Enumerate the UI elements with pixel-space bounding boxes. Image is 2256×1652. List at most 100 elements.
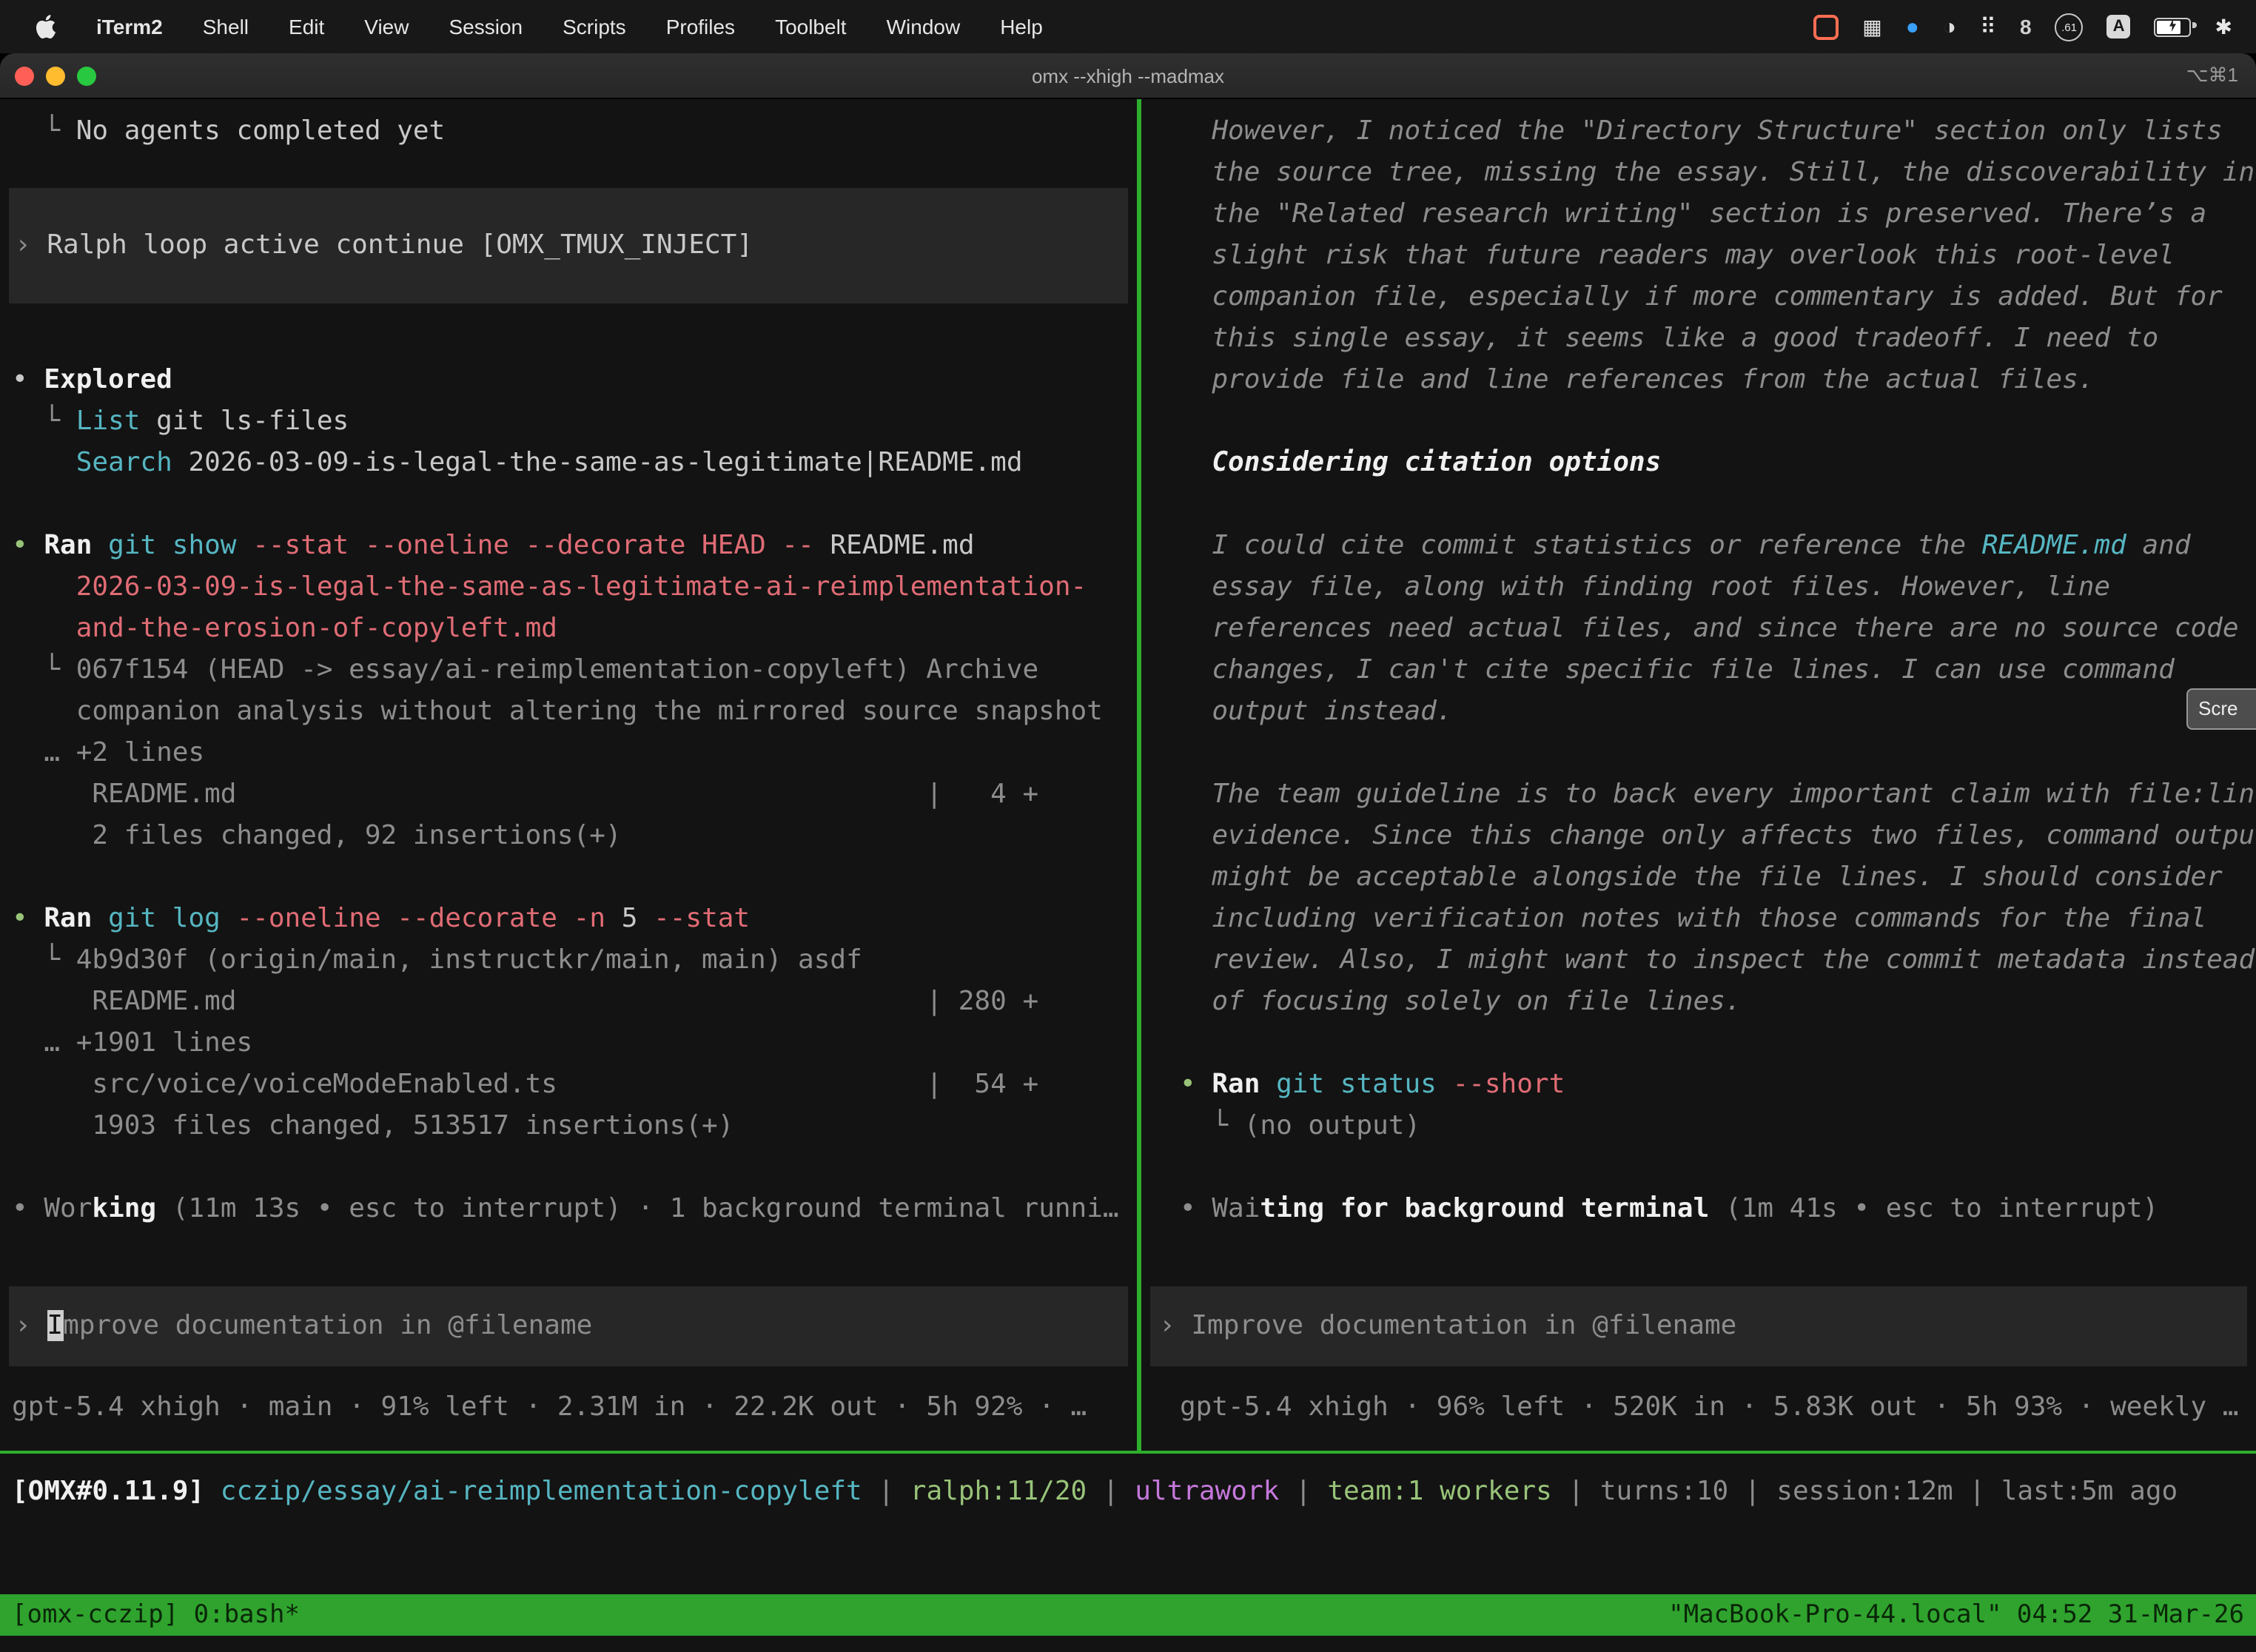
apple-menu-icon[interactable] xyxy=(36,15,56,38)
terminal-line: … +1901 lines xyxy=(12,1023,1137,1064)
terminal-line: changes, I can't cite specific file line… xyxy=(1180,650,2256,691)
terminal-line: … +2 lines xyxy=(12,733,1137,774)
tmux-host-clock-label: "MacBook-Pro-44.local" 04:52 31-Mar-26 xyxy=(1668,1594,2256,1636)
terminal-line: • Ran git show --stat --oneline --decora… xyxy=(12,526,1137,567)
terminal-line: the "Related research writing" section i… xyxy=(1180,194,2256,235)
terminal-line xyxy=(1180,484,2256,526)
terminal-line: └ (no output) xyxy=(1180,1106,2256,1147)
terminal-window: omx --xhigh --madmax ⌥⌘1 └ No agents com… xyxy=(0,53,2256,1652)
close-button[interactable] xyxy=(15,66,34,85)
menu-item-session[interactable]: Session xyxy=(449,15,523,38)
terminal-line xyxy=(1180,1147,2256,1189)
prompt-input-left[interactable]: › Improve documentation in @filename xyxy=(9,1286,1128,1366)
terminal-line: • Ran git status --short xyxy=(1180,1064,2256,1106)
terminal-line: └ 067f154 (HEAD -> essay/ai-reimplementa… xyxy=(12,650,1137,691)
dark-app-icon[interactable]: ◑ xyxy=(1943,16,1956,38)
window-title: omx --xhigh --madmax xyxy=(0,64,2256,87)
status-separator-line xyxy=(0,1451,2256,1454)
terminal-line: evidence. Since this change only affects… xyxy=(1180,816,2256,857)
terminal-line: └ No agents completed yet xyxy=(12,111,1137,152)
screen-tooltip: Scre xyxy=(2186,688,2256,730)
input-source-icon[interactable]: A xyxy=(2107,15,2131,38)
minimize-button[interactable] xyxy=(46,66,65,85)
menu-item-shell[interactable]: Shell xyxy=(203,15,249,38)
zoom-button[interactable] xyxy=(77,66,96,85)
screen: iTerm2 Shell Edit View Session Scripts Profile… xyxy=(0,0,2256,1652)
terminal-line: src/voice/voiceModeEnabled.ts | 54 + xyxy=(12,1064,1137,1106)
key-8-icon[interactable]: 8 xyxy=(2020,16,2032,37)
terminal-line: companion analysis without altering the … xyxy=(12,691,1137,733)
terminal-line: companion file, especially if more comme… xyxy=(1180,277,2256,318)
menu-bar-status-area: ▦ ● ◑ ⠿ 8 .61 A ✱ xyxy=(1813,13,2256,41)
tmux-session-label: [omx-cczip] 0:bash* xyxy=(0,1594,300,1636)
terminal-line: README.md | 4 + xyxy=(12,774,1137,816)
terminal-pane-left: └ No agents completed yet › Ralph loop a… xyxy=(0,99,1137,1451)
left-pane-transcript: • Explored └ List git ls-files Search 20… xyxy=(12,360,1137,1230)
fan-icon[interactable]: ✱ xyxy=(2215,16,2232,37)
dots-grid-icon[interactable]: ⠿ xyxy=(1980,16,1996,38)
terminal-line: of focusing solely on file lines. xyxy=(1180,981,2256,1023)
tmux-status-bar: [omx-cczip] 0:bash* "MacBook-Pro-44.loca… xyxy=(0,1594,2256,1636)
terminal-line xyxy=(1180,733,2256,774)
terminal-line xyxy=(1180,401,2256,443)
terminal-line: output instead. xyxy=(1180,691,2256,733)
terminal-line xyxy=(12,1147,1137,1189)
terminal-line: I could cite commit statistics or refere… xyxy=(1180,526,2256,567)
terminal-line: • Ran git log --oneline --decorate -n 5 … xyxy=(12,899,1137,940)
menu-item-scripts[interactable]: Scripts xyxy=(563,15,626,38)
terminal-line: references need actual files, and since … xyxy=(1180,608,2256,650)
terminal-pane-right: However, I noticed the "Directory Struct… xyxy=(1141,99,2256,1451)
terminal-line: might be acceptable alongside the file l… xyxy=(1180,857,2256,899)
terminal-line: └ List git ls-files xyxy=(12,401,1137,443)
terminal-line: 2 files changed, 92 insertions(+) xyxy=(12,816,1137,857)
terminal-line: • Waiting for background terminal (1m 41… xyxy=(1180,1189,2256,1230)
terminal-line xyxy=(12,857,1137,899)
menu-item-view[interactable]: View xyxy=(364,15,409,38)
blue-app-icon[interactable]: ● xyxy=(1906,16,1919,38)
menu-item-profiles[interactable]: Profiles xyxy=(666,15,735,38)
terminal-line xyxy=(1180,1023,2256,1064)
terminal-line: › Improve documentation in @filename xyxy=(1159,1306,1736,1347)
terminal-line: • Working (11m 13s • esc to interrupt) ·… xyxy=(12,1189,1137,1230)
terminal-line: › Ralph loop active continue [OMX_TMUX_I… xyxy=(15,225,753,266)
prompt-input-right[interactable]: › Improve documentation in @filename xyxy=(1150,1286,2247,1366)
terminal-line: [OMX#0.11.9] cczip/essay/ai-reimplementa… xyxy=(12,1471,2256,1513)
right-pane-status-line: gpt-5.4 xhigh · 96% left · 520K in · 5.8… xyxy=(1180,1387,2256,1428)
macos-menu-bar: iTerm2 Shell Edit View Session Scripts Profile… xyxy=(0,0,2256,53)
ralph-loop-banner: › Ralph loop active continue [OMX_TMUX_I… xyxy=(9,188,1128,303)
terminal-line: 1903 files changed, 513517 insertions(+) xyxy=(12,1106,1137,1147)
terminal-line: and-the-erosion-of-copyleft.md xyxy=(12,608,1137,650)
terminal-line: Search 2026-03-09-is-legal-the-same-as-l… xyxy=(12,443,1137,484)
terminal-line: However, I noticed the "Directory Struct… xyxy=(1180,111,2256,152)
left-pane-pre-lines: └ No agents completed yet xyxy=(12,111,1137,152)
menu-item-edit[interactable]: Edit xyxy=(289,15,324,38)
terminal-content: └ No agents completed yet › Ralph loop a… xyxy=(0,99,2256,1652)
terminal-line: provide file and line references from th… xyxy=(1180,360,2256,401)
terminal-line: slight risk that future readers may over… xyxy=(1180,235,2256,277)
window-shortcut-hint: ⌥⌘1 xyxy=(2186,64,2256,87)
menu-item-help[interactable]: Help xyxy=(1000,15,1043,38)
battery-gauge-icon[interactable]: .61 xyxy=(2055,13,2084,41)
left-pane-status-line: gpt-5.4 xhigh · main · 91% left · 2.31M … xyxy=(12,1387,1137,1428)
terminal-line: review. Also, I might want to inspect th… xyxy=(1180,940,2256,981)
terminal-line: essay file, along with finding root file… xyxy=(1180,567,2256,608)
screen-recording-indicator-icon[interactable] xyxy=(1813,14,1839,39)
terminal-line xyxy=(12,484,1137,526)
menu-items: iTerm2 Shell Edit View Session Scripts Profile… xyxy=(96,15,1043,38)
menu-item-toolbelt[interactable]: Toolbelt xyxy=(775,15,847,38)
terminal-line: └ 4b9d30f (origin/main, instructkr/main,… xyxy=(12,940,1137,981)
terminal-line: README.md | 280 + xyxy=(12,981,1137,1023)
menu-item-window[interactable]: Window xyxy=(887,15,961,38)
terminal-line: the source tree, missing the essay. Stil… xyxy=(1180,152,2256,194)
battery-icon[interactable] xyxy=(2155,17,2192,36)
menu-item-iterm2[interactable]: iTerm2 xyxy=(96,15,163,38)
terminal-line: this single essay, it seems like a good … xyxy=(1180,318,2256,360)
terminal-line: › Improve documentation in @filename xyxy=(15,1306,592,1347)
window-title-bar: omx --xhigh --madmax ⌥⌘1 xyxy=(0,53,2256,99)
right-pane-transcript: However, I noticed the "Directory Struct… xyxy=(1180,111,2256,1230)
keyboard-icon[interactable]: ▦ xyxy=(1862,16,1881,37)
terminal-line: Considering citation options xyxy=(1180,443,2256,484)
omx-status-bar: [OMX#0.11.9] cczip/essay/ai-reimplementa… xyxy=(12,1471,2256,1513)
terminal-line: 2026-03-09-is-legal-the-same-as-legitima… xyxy=(12,567,1137,608)
terminal-line: • Explored xyxy=(12,360,1137,401)
